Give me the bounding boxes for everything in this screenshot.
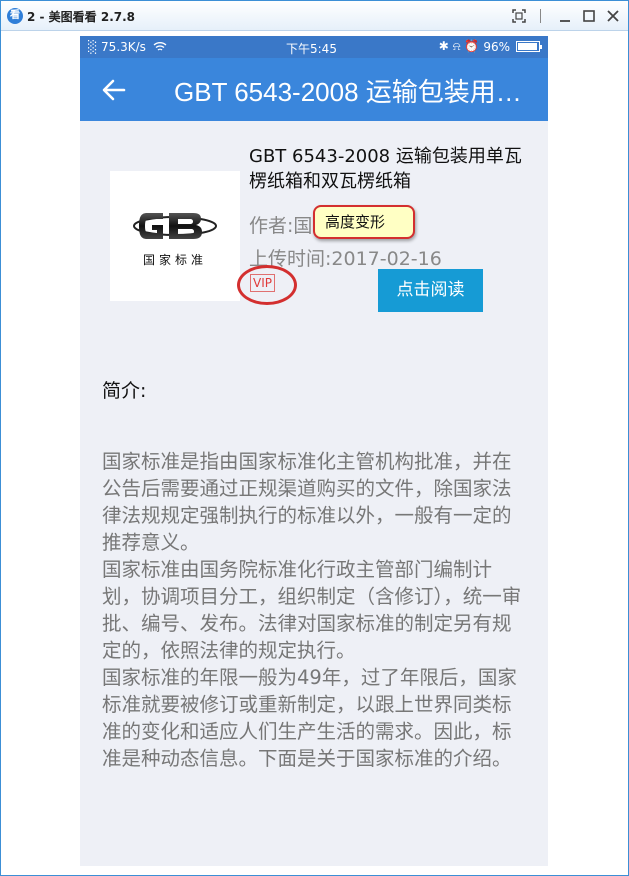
phone-screenshot: ░ 75.3K/s 下午5:45 ✱ ⍾ ⏰ 96% GBT 6543-2008… [80, 36, 548, 866]
book-cover[interactable]: 国家标准 [110, 171, 240, 301]
intro-paragraph: 国家标准的年限一般为49年，过了年限后，国家标准就要被修订或重新制定，以跟上世界… [102, 666, 517, 770]
cover-caption: 国家标准 [142, 253, 207, 267]
wifi-icon [153, 42, 167, 51]
gb-logo-icon [133, 213, 217, 239]
page-title: GBT 6543-2008 运输包装用单瓦楞纸箱和双瓦楞纸箱 [174, 77, 534, 107]
annotation-tag: 高度变形 [313, 205, 415, 239]
status-right: ✱ ⍾ ⏰ 96% [438, 39, 542, 54]
close-button[interactable] [603, 6, 623, 26]
read-button[interactable]: 点击阅读 [378, 269, 483, 312]
network-speed-text: ░ 75.3K/s [88, 40, 146, 54]
status-time: 下午5:45 [286, 42, 337, 56]
intro-paragraph: 国家标准由国务院标准化行政主管部门编制计划，协调项目分工，组织制定（含修订），统… [102, 558, 522, 662]
intro-body: 国家标准是指由国家标准化主管机构批准，并在公告后需要通过正规渠道购买的文件，除国… [102, 448, 522, 772]
annotation-ellipse [237, 265, 297, 305]
battery-fill [518, 43, 538, 50]
back-arrow-icon[interactable] [100, 76, 130, 104]
titlebar-divider [540, 9, 541, 23]
network-speed: ░ 75.3K/s [88, 40, 167, 54]
book-author: 作者:国 [249, 215, 313, 237]
fullscreen-icon[interactable] [509, 6, 529, 26]
battery-icon [516, 41, 542, 52]
window-title: 2 - 美图看看 2.7.8 [27, 10, 136, 24]
intro-heading: 简介: [102, 380, 147, 402]
app-bar: GBT 6543-2008 运输包装用单瓦楞纸箱和双瓦楞纸箱 [80, 58, 548, 121]
bluetooth-mute-alarm-icons: ✱ ⍾ ⏰ [438, 39, 480, 53]
window-titlebar: 看 2 - 美图看看 2.7.8 [1, 1, 628, 31]
battery-percent: 96% [483, 39, 510, 54]
intro-paragraph: 国家标准是指由国家标准化主管机构批准，并在公告后需要通过正规渠道购买的文件，除国… [102, 450, 512, 554]
app-icon: 看 [7, 8, 23, 24]
minimize-button[interactable] [555, 6, 575, 26]
maximize-button[interactable] [579, 6, 599, 26]
book-title: GBT 6543-2008 运输包装用单瓦楞纸箱和双瓦楞纸箱 [249, 146, 522, 192]
status-bar: ░ 75.3K/s 下午5:45 ✱ ⍾ ⏰ 96% [80, 36, 548, 58]
